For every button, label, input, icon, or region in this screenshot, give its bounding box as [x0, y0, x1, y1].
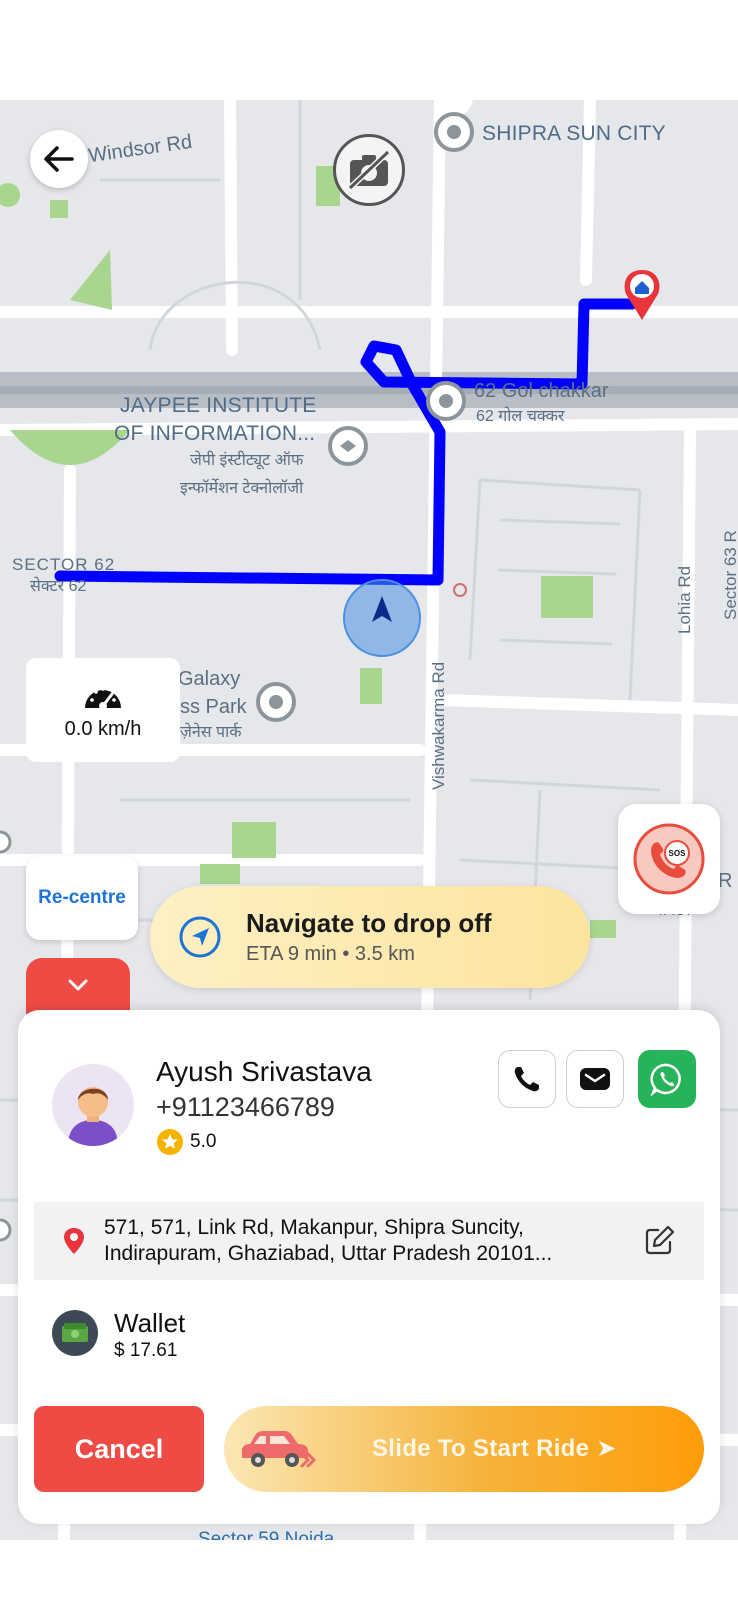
- car-icon: [242, 1431, 316, 1468]
- arrow-left-icon: [44, 146, 74, 172]
- collapse-sheet-button[interactable]: [26, 958, 130, 1014]
- speedometer-icon: [85, 686, 121, 710]
- map-label-lohia: Lohia Rd: [675, 565, 694, 634]
- cash-icon: [62, 1323, 88, 1342]
- wallet-icon: [52, 1310, 98, 1356]
- call-button[interactable]: [498, 1050, 556, 1108]
- slide-label: Slide To Start Ride ➤: [372, 1435, 617, 1462]
- edit-icon[interactable]: [644, 1224, 676, 1256]
- navigation-banner[interactable]: Navigate to drop off ETA 9 min • 3.5 km: [150, 886, 590, 988]
- chevron-down-icon: [68, 979, 88, 991]
- avatar: [52, 1064, 134, 1146]
- map-label-sector59: Sector 59 Noida: [198, 1529, 335, 1540]
- message-button[interactable]: [566, 1050, 624, 1108]
- camera-off-icon: [347, 150, 391, 190]
- map-label-sector62-hindi: सेक्टर 62: [30, 578, 87, 595]
- map-label-jaypee-2: OF INFORMATION...: [114, 422, 316, 445]
- home-indicator-area: [0, 1540, 738, 1600]
- status-area: [0, 0, 738, 100]
- camera-off-button[interactable]: [333, 134, 405, 206]
- map-label-shipra: SHIPRA SUN CITY: [482, 122, 666, 145]
- rating-value: 5.0: [190, 1131, 217, 1152]
- mail-icon: [580, 1068, 610, 1090]
- sos-icon: SOS: [633, 823, 705, 895]
- location-pin-icon: [64, 1228, 84, 1254]
- navigation-eta: ETA 9 min • 3.5 km: [246, 943, 415, 965]
- recentre-button[interactable]: Re-centre: [26, 856, 138, 940]
- map-label-jaypee-hindi-1: जेपी इंस्टीट्यूट ऑफ: [190, 452, 304, 469]
- current-location: [343, 579, 421, 657]
- person-avatar-icon: [68, 1087, 118, 1146]
- map-label-galaxy-2: ss Park: [180, 696, 247, 718]
- star-icon: [157, 1129, 183, 1155]
- sos-button[interactable]: SOS: [618, 804, 720, 914]
- phone-icon: [514, 1067, 539, 1092]
- back-button[interactable]: [30, 130, 88, 188]
- wallet-amount: $ 17.61: [114, 1340, 178, 1361]
- slide-to-start-ride[interactable]: Slide To Start Ride ➤: [224, 1406, 704, 1492]
- map-label-sector63: Sector 63 R: [721, 530, 738, 620]
- map-label-galaxy-1: Galaxy: [178, 668, 241, 690]
- speed-value: 0.0 km/h: [64, 717, 142, 740]
- driver-phone: +91123466789: [156, 1092, 335, 1122]
- cancel-button[interactable]: Cancel: [34, 1406, 204, 1492]
- speed-card: 0.0 km/h: [26, 658, 180, 762]
- map-label-vishwakarma: Vishwakarma Rd: [429, 661, 448, 790]
- sos-text: SOS: [669, 849, 687, 858]
- map-label-jaypee-1: JAYPEE INSTITUTE: [120, 394, 317, 417]
- ride-details-sheet: Ayush Srivastava +91123466789 5.0 571, 5…: [18, 1010, 720, 1524]
- navigation-arrow-icon: [179, 916, 221, 958]
- map-label-galaxy-hindi: ज़ेनेस पार्क: [180, 724, 242, 741]
- dropoff-address: 571, 571, Link Rd, Makanpur, Shipra Sunc…: [104, 1216, 553, 1265]
- map-label-gol-chakkar: 62 Gol chakkar: [474, 380, 609, 402]
- driver-name: Ayush Srivastava: [156, 1056, 372, 1087]
- whatsapp-icon: [650, 1063, 681, 1096]
- driver-rating: 5.0: [156, 1128, 216, 1156]
- navigation-title: Navigate to drop off: [246, 908, 492, 938]
- map-label-gol-chakkar-hindi: 62 गोल चक्कर: [476, 408, 565, 425]
- whatsapp-button[interactable]: [638, 1050, 696, 1108]
- map-label-right-r: R: [718, 870, 733, 892]
- map-label-sector62: SECTOR 62: [12, 555, 116, 574]
- map-label-jaypee-hindi-2: इन्फॉर्मेशन टेक्नोलॉजी: [180, 480, 304, 497]
- dropoff-address-row[interactable]: 571, 571, Link Rd, Makanpur, Shipra Sunc…: [34, 1202, 704, 1280]
- wallet-title: Wallet: [114, 1308, 186, 1338]
